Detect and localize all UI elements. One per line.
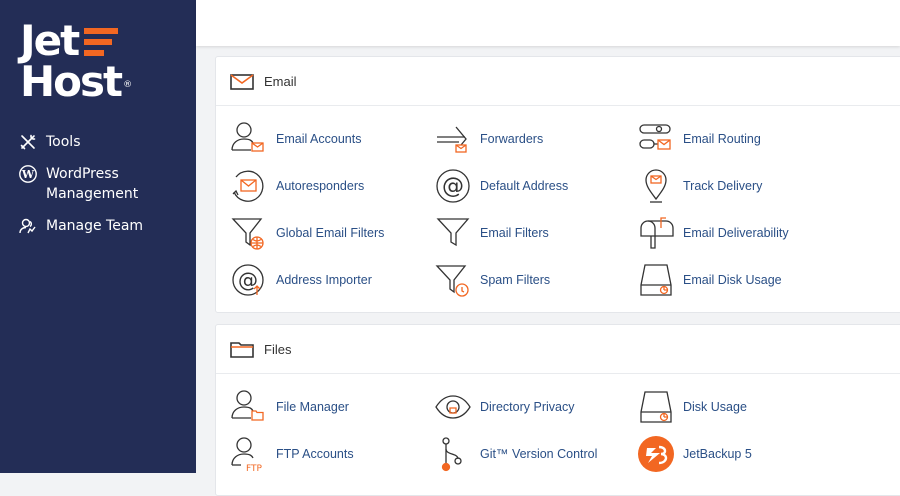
- svg-text:W: W: [21, 168, 35, 181]
- jetbackup-label: JetBackup 5: [683, 447, 752, 461]
- git-version-control-label: Git™ Version Control: [480, 447, 598, 461]
- top-bar: [196, 0, 900, 46]
- email-routing-label: Email Routing: [683, 132, 761, 146]
- default-address-label: Default Address: [480, 179, 569, 193]
- logo-registered-mark: ®: [123, 80, 133, 90]
- manage-team-icon: [19, 218, 36, 234]
- address-importer-label: Address Importer: [276, 273, 372, 287]
- envelope-icon: [230, 74, 254, 90]
- email-filters-item[interactable]: Email Filters: [434, 214, 549, 252]
- email-disk-usage-item[interactable]: Email Disk Usage: [637, 261, 782, 299]
- git-version-control-item[interactable]: Git™ Version Control: [434, 435, 597, 473]
- directory-privacy-item[interactable]: Directory Privacy: [434, 388, 574, 426]
- file-manager-item[interactable]: File Manager: [230, 388, 349, 426]
- git-icon: [441, 437, 462, 472]
- ftp-accounts-item[interactable]: FTP FTP Accounts: [230, 435, 354, 473]
- disk-usage-item[interactable]: Disk Usage: [637, 388, 747, 426]
- default-address-icon: @: [436, 169, 470, 203]
- sidebar-nav: Tools W WordPress Management Manage Team: [19, 132, 189, 248]
- spam-filters-icon: [435, 265, 469, 297]
- track-delivery-icon: [645, 169, 667, 203]
- jethost-logo[interactable]: Jet Host ®: [20, 16, 133, 106]
- email-routing-item[interactable]: Email Routing: [637, 120, 761, 158]
- forwarders-icon: [437, 126, 467, 153]
- sidebar: Jet Host ® Tools W WordPress Management M…: [0, 0, 196, 473]
- address-importer-icon: @: [232, 264, 264, 296]
- sidebar-item-label: WordPress Management: [46, 166, 139, 202]
- email-accounts-label: Email Accounts: [276, 132, 362, 146]
- email-panel: Email Email Accounts Forwarders Email Ro…: [215, 56, 900, 313]
- spam-filters-label: Spam Filters: [480, 273, 551, 287]
- files-panel-header[interactable]: Files: [216, 325, 900, 374]
- forwarders-label: Forwarders: [480, 132, 544, 146]
- sidebar-item-wordpress-management[interactable]: W WordPress Management: [19, 164, 189, 204]
- sidebar-item-label: Tools: [46, 134, 81, 150]
- ftp-accounts-icon: FTP: [231, 437, 263, 473]
- autoresponders-item[interactable]: Autoresponders: [230, 167, 364, 205]
- sidebar-item-manage-team[interactable]: Manage Team: [19, 216, 189, 236]
- files-panel: Files File Manager Directory Privacy Dis…: [215, 324, 900, 496]
- global-email-filters-icon: [231, 218, 264, 250]
- email-accounts-icon: [231, 122, 264, 152]
- email-filters-label: Email Filters: [480, 226, 549, 240]
- address-importer-item[interactable]: @ Address Importer: [230, 261, 372, 299]
- svg-text:FTP: FTP: [246, 464, 263, 473]
- autoresponders-icon: [232, 170, 264, 202]
- email-deliverability-icon: [640, 217, 674, 249]
- email-panel-header[interactable]: Email: [216, 57, 900, 106]
- file-manager-icon: [231, 390, 264, 421]
- sidebar-item-tools[interactable]: Tools: [19, 132, 189, 152]
- email-disk-usage-icon: [640, 264, 672, 296]
- spam-filters-item[interactable]: Spam Filters: [434, 261, 550, 299]
- email-accounts-item[interactable]: Email Accounts: [230, 120, 361, 158]
- disk-usage-label: Disk Usage: [683, 400, 747, 414]
- email-filters-icon: [436, 218, 470, 247]
- logo-text-line1: Jet: [20, 16, 80, 65]
- global-email-filters-item[interactable]: Global Email Filters: [230, 214, 384, 252]
- directory-privacy-label: Directory Privacy: [480, 400, 575, 414]
- sidebar-item-label: Manage Team: [46, 218, 144, 234]
- track-delivery-item[interactable]: Track Delivery: [637, 167, 762, 205]
- global-email-filters-label: Global Email Filters: [276, 226, 385, 240]
- email-deliverability-item[interactable]: Email Deliverability: [637, 214, 789, 252]
- email-deliverability-label: Email Deliverability: [683, 226, 789, 240]
- file-manager-label: File Manager: [276, 400, 349, 414]
- tools-icon: [20, 134, 36, 150]
- folder-icon: [230, 342, 254, 358]
- logo-text-line2: Host: [20, 57, 123, 106]
- email-routing-icon: [639, 124, 671, 150]
- default-address-item[interactable]: @ Default Address: [434, 167, 568, 205]
- jetbackup-icon: [638, 436, 674, 472]
- autoresponders-label: Autoresponders: [276, 179, 365, 193]
- files-panel-title: Files: [264, 341, 292, 357]
- wordpress-icon: W: [19, 165, 37, 183]
- svg-text:@: @: [442, 174, 464, 199]
- email-disk-usage-label: Email Disk Usage: [683, 273, 782, 287]
- directory-privacy-icon: [435, 395, 471, 419]
- email-panel-title: Email: [264, 73, 297, 89]
- ftp-accounts-label: FTP Accounts: [276, 447, 354, 461]
- forwarders-item[interactable]: Forwarders: [434, 120, 543, 158]
- logo-bars: [84, 28, 119, 56]
- jetbackup-item[interactable]: JetBackup 5: [637, 435, 752, 473]
- disk-usage-icon: [640, 391, 672, 423]
- track-delivery-label: Track Delivery: [683, 179, 763, 193]
